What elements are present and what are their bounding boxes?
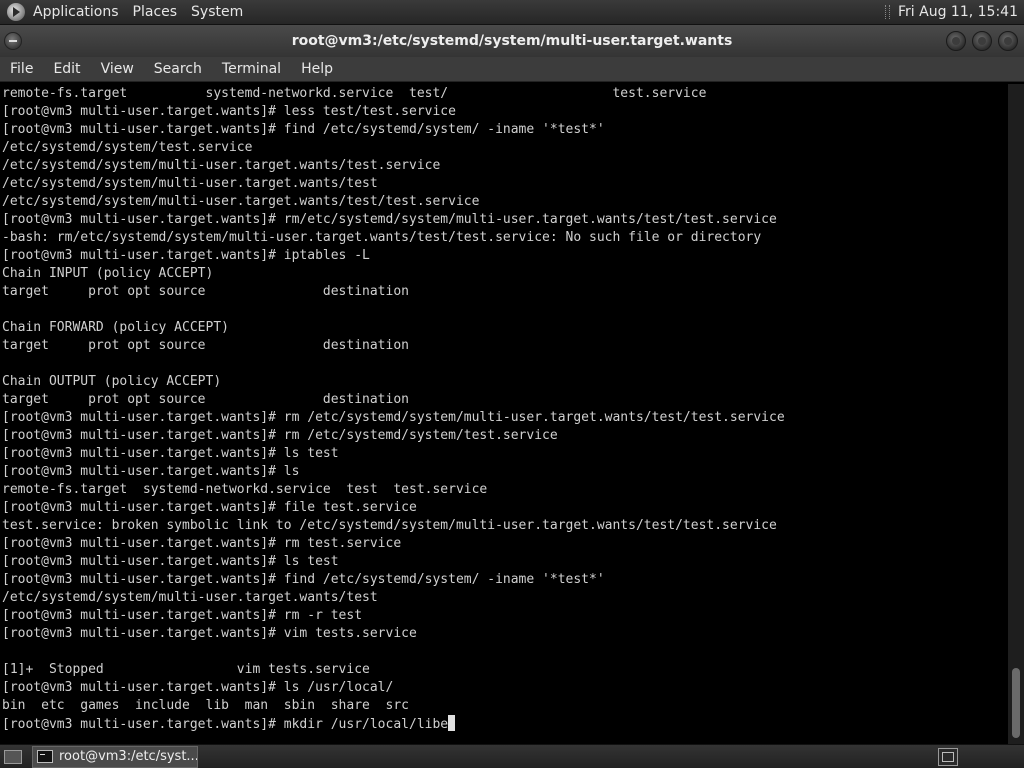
terminal-line: /etc/systemd/system/multi-user.target.wa… bbox=[2, 158, 441, 173]
terminal-line: /etc/systemd/system/multi-user.target.wa… bbox=[2, 590, 378, 605]
menu-search[interactable]: Search bbox=[144, 57, 212, 82]
terminal-line: /etc/systemd/system/multi-user.target.wa… bbox=[2, 194, 480, 209]
terminal-line: [root@vm3 multi-user.target.wants]# find… bbox=[2, 122, 605, 137]
terminal-icon bbox=[37, 750, 53, 763]
terminal-line: test.service: broken symbolic link to /e… bbox=[2, 518, 777, 533]
panel-clock[interactable]: Fri Aug 11, 15:41 bbox=[898, 4, 1018, 20]
window-titlebar[interactable]: root@vm3:/etc/systemd/system/multi-user.… bbox=[0, 25, 1024, 57]
terminal-line: Chain INPUT (policy ACCEPT) bbox=[2, 266, 214, 281]
panel-separator bbox=[885, 5, 891, 19]
panel-menu-system[interactable]: System bbox=[191, 4, 243, 20]
window-title: root@vm3:/etc/systemd/system/multi-user.… bbox=[291, 33, 733, 49]
terminal-menubar: File Edit View Search Terminal Help bbox=[0, 57, 1024, 82]
terminal-line: [root@vm3 multi-user.target.wants]# rm/e… bbox=[2, 212, 777, 227]
terminal-line: [root@vm3 multi-user.target.wants]# rm /… bbox=[2, 428, 558, 443]
menu-file[interactable]: File bbox=[0, 57, 43, 82]
window-menu-icon[interactable] bbox=[4, 32, 22, 50]
terminal-line: [root@vm3 multi-user.target.wants]# file… bbox=[2, 500, 417, 515]
terminal-line: [root@vm3 multi-user.target.wants]# less… bbox=[2, 104, 456, 119]
terminal-line: [root@vm3 multi-user.target.wants]# ls t… bbox=[2, 554, 339, 569]
show-desktop-icon[interactable] bbox=[4, 749, 22, 764]
terminal-line: target prot opt source destination bbox=[2, 392, 409, 407]
panel-right-area: Fri Aug 11, 15:41 bbox=[885, 4, 1024, 20]
menu-help[interactable]: Help bbox=[291, 57, 343, 82]
terminal-line: target prot opt source destination bbox=[2, 284, 409, 299]
terminal-line: [root@vm3 multi-user.target.wants]# rm /… bbox=[2, 410, 785, 425]
terminal-line: [root@vm3 multi-user.target.wants]# vim … bbox=[2, 626, 417, 641]
panel-menu-places[interactable]: Places bbox=[133, 4, 178, 20]
terminal-line: target prot opt source destination bbox=[2, 338, 409, 353]
menu-edit[interactable]: Edit bbox=[43, 57, 90, 82]
workspace-switcher-icon[interactable] bbox=[938, 747, 958, 766]
desktop: Applications Places System Fri Aug 11, 1… bbox=[0, 0, 1024, 768]
terminal-line: /etc/systemd/system/test.service bbox=[2, 140, 253, 155]
terminal-line: [root@vm3 multi-user.target.wants]# mkdi… bbox=[2, 715, 1008, 733]
terminal-lines: remote-fs.target systemd-networkd.servic… bbox=[0, 84, 1008, 733]
panel-menu-applications[interactable]: Applications bbox=[33, 4, 119, 20]
terminal-line: -bash: rm/etc/systemd/system/multi-user.… bbox=[2, 230, 762, 245]
terminal-line: bin etc games include lib man sbin share… bbox=[2, 698, 409, 713]
taskbar-terminal-label: root@vm3:/etc/syst... bbox=[59, 749, 198, 764]
gnome-foot-icon[interactable] bbox=[7, 3, 25, 21]
taskbar-terminal-button[interactable]: root@vm3:/etc/syst... bbox=[32, 745, 198, 768]
terminal-line: [root@vm3 multi-user.target.wants]# ipta… bbox=[2, 248, 370, 263]
terminal-scrollbar[interactable] bbox=[1008, 84, 1024, 744]
menu-view[interactable]: View bbox=[91, 57, 144, 82]
terminal-line: [root@vm3 multi-user.target.wants]# find… bbox=[2, 572, 605, 587]
terminal-line: remote-fs.target systemd-networkd.servic… bbox=[2, 86, 707, 101]
terminal-output[interactable]: remote-fs.target systemd-networkd.servic… bbox=[0, 84, 1008, 744]
terminal-line: /etc/systemd/system/multi-user.target.wa… bbox=[2, 176, 378, 191]
terminal-line: Chain OUTPUT (policy ACCEPT) bbox=[2, 374, 222, 389]
terminal-line: [root@vm3 multi-user.target.wants]# ls t… bbox=[2, 446, 339, 461]
top-panel: Applications Places System Fri Aug 11, 1… bbox=[0, 0, 1024, 25]
terminal-line: [root@vm3 multi-user.target.wants]# ls /… bbox=[2, 680, 394, 695]
maximize-button[interactable] bbox=[972, 31, 992, 51]
bottom-panel: root@vm3:/etc/syst... bbox=[0, 744, 1024, 768]
scrollbar-thumb[interactable] bbox=[1012, 668, 1020, 738]
terminal-line: Chain FORWARD (policy ACCEPT) bbox=[2, 320, 229, 335]
terminal-line: [root@vm3 multi-user.target.wants]# rm -… bbox=[2, 608, 363, 623]
terminal-line: [1]+ Stopped vim tests.service bbox=[2, 662, 370, 677]
terminal-cursor bbox=[448, 715, 456, 731]
menu-terminal[interactable]: Terminal bbox=[212, 57, 291, 82]
close-button[interactable] bbox=[998, 31, 1018, 51]
minimize-button[interactable] bbox=[946, 31, 966, 51]
terminal-line: [root@vm3 multi-user.target.wants]# ls bbox=[2, 464, 300, 479]
terminal-line: [root@vm3 multi-user.target.wants]# rm t… bbox=[2, 536, 402, 551]
terminal-line: remote-fs.target systemd-networkd.servic… bbox=[2, 482, 488, 497]
